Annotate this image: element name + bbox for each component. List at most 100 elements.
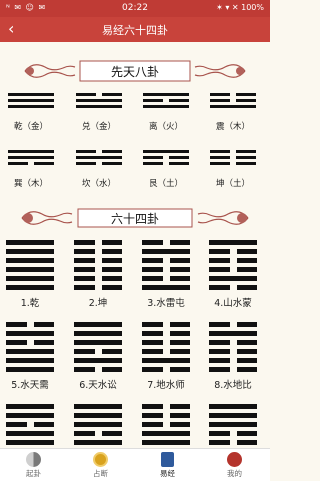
yang-line <box>74 322 122 327</box>
yang-line <box>209 276 257 281</box>
yin-line <box>143 156 189 159</box>
yang-line <box>143 150 189 153</box>
yang-line <box>209 331 257 336</box>
yin-line <box>209 285 257 290</box>
book-icon <box>161 452 174 467</box>
yang-line <box>6 240 54 245</box>
trigram-symbol[interactable] <box>8 93 54 109</box>
trigram-symbol[interactable] <box>210 150 256 166</box>
yang-line <box>76 105 122 108</box>
hexagram-name: 6.天水讼 <box>79 380 117 391</box>
yin-line <box>6 422 54 427</box>
yang-line <box>74 422 122 427</box>
yin-line <box>142 331 190 336</box>
yin-line <box>74 349 122 354</box>
yang-line <box>74 404 122 409</box>
hexagram-name: 3.水雷屯 <box>147 298 185 309</box>
trigram-name: 离（火） <box>148 122 183 132</box>
trigram-symbol[interactable] <box>76 150 122 166</box>
yin-line <box>74 431 122 436</box>
yin-line <box>142 340 190 345</box>
yin-line <box>74 276 122 281</box>
trigram-name: 兑（金） <box>81 122 116 132</box>
trigram-name: 巽（木） <box>13 179 48 189</box>
system-status-icons: ✶ ▾ ✕ 100% <box>216 3 264 12</box>
tab-yijing[interactable]: 易经 <box>134 449 201 481</box>
yang-line <box>209 413 257 418</box>
hexagram-name: 8.水地比 <box>214 380 252 391</box>
hexagram-symbol[interactable] <box>209 322 257 378</box>
tab-label: 占断 <box>93 469 108 478</box>
yang-line <box>6 258 54 263</box>
tab-mine[interactable]: 我的 <box>201 449 268 481</box>
trigram-symbol[interactable] <box>143 93 189 109</box>
yang-line <box>6 285 54 290</box>
yin-line <box>142 322 190 327</box>
yang-line <box>6 349 54 354</box>
yin-line <box>142 413 190 418</box>
yin-line <box>143 99 189 102</box>
yang-line <box>142 440 190 445</box>
yin-line <box>209 322 257 327</box>
yang-line <box>6 431 54 436</box>
yin-line <box>6 322 54 327</box>
trigram-symbol[interactable] <box>76 93 122 109</box>
yin-line <box>209 367 257 372</box>
yang-line <box>8 105 54 108</box>
yang-line <box>8 93 54 96</box>
yin-line <box>209 440 257 445</box>
yin-line <box>74 240 122 245</box>
yin-line <box>74 285 122 290</box>
yang-line <box>6 440 54 445</box>
yin-line <box>209 249 257 254</box>
trigram-name: 坤（土） <box>215 179 250 189</box>
yin-line <box>209 431 257 436</box>
hexagram-name: 2.坤 <box>88 298 108 309</box>
hexagram-symbol[interactable] <box>209 240 257 296</box>
tab-label: 易经 <box>160 469 175 478</box>
trigram-name: 震（木） <box>215 122 250 132</box>
yang-line <box>74 331 122 336</box>
yin-line <box>142 404 190 409</box>
yang-line <box>142 249 190 254</box>
section-title: 六十四卦 <box>110 212 159 226</box>
trigram-symbol[interactable] <box>210 93 256 109</box>
yin-line <box>210 99 256 102</box>
yin-line <box>143 162 189 165</box>
yang-line <box>76 99 122 102</box>
hexagram-name: 5.水天需 <box>11 380 49 391</box>
yang-line <box>142 431 190 436</box>
yin-line <box>210 162 256 165</box>
tab-label: 我的 <box>227 469 242 478</box>
yang-line <box>6 331 54 336</box>
yin-line <box>76 93 122 96</box>
tab-qigua[interactable]: 起卦 <box>0 449 67 481</box>
yin-line <box>74 367 122 372</box>
yang-line <box>143 105 189 108</box>
coin-icon <box>93 452 108 467</box>
hexagram-symbol[interactable] <box>142 240 190 296</box>
yang-line <box>74 358 122 363</box>
tab-label: 起卦 <box>26 469 41 478</box>
heart-icon <box>227 452 242 467</box>
hexagram-symbol[interactable] <box>6 240 54 296</box>
tab-zhanduan[interactable]: 占断 <box>67 449 134 481</box>
yin-line <box>76 162 122 165</box>
yang-line <box>6 358 54 363</box>
trigram-name: 艮（土） <box>148 179 183 189</box>
yang-line <box>6 267 54 272</box>
hexagram-symbol[interactable] <box>74 322 122 378</box>
yin-line <box>74 267 122 272</box>
section-header-hexagrams: 六十四卦 <box>0 203 270 233</box>
yin-line <box>210 93 256 96</box>
hexagram-symbol[interactable] <box>6 322 54 378</box>
yin-line <box>210 156 256 159</box>
yang-line <box>6 249 54 254</box>
hexagram-symbol[interactable] <box>74 240 122 296</box>
yin-line <box>142 367 190 372</box>
trigram-name: 乾（金） <box>13 122 48 132</box>
trigram-symbol[interactable] <box>8 150 54 166</box>
yin-yang-icon <box>26 452 41 467</box>
hexagram-symbol[interactable] <box>142 322 190 378</box>
trigram-symbol[interactable] <box>143 150 189 166</box>
